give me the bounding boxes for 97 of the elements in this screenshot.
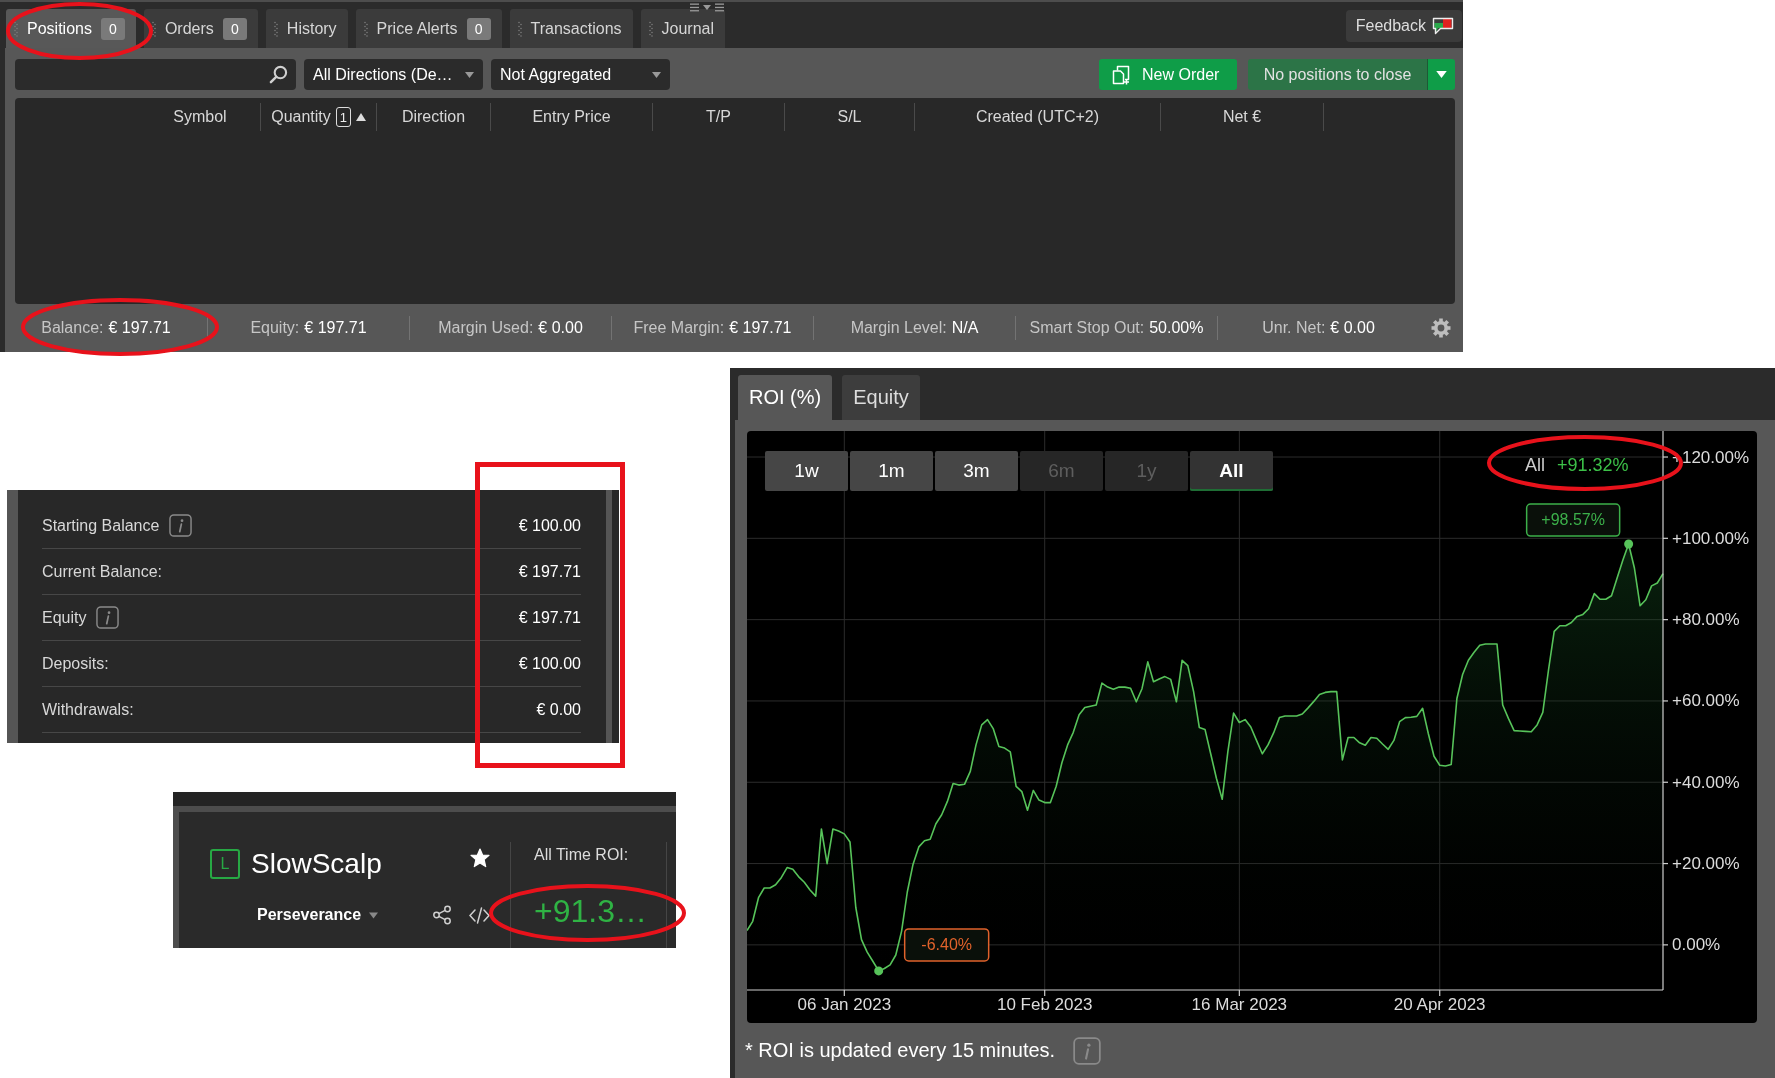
chart-tab[interactable]: ROI (%) — [738, 375, 833, 420]
stat-value: € 0.00 — [536, 700, 581, 719]
settings-icon[interactable] — [1431, 318, 1451, 338]
range-label: All — [1525, 455, 1545, 476]
footnote: * ROI is updated every 15 minutes. — [745, 1039, 1056, 1062]
column-header[interactable]: Entry Price — [491, 103, 653, 131]
point-marker-icon — [1624, 539, 1634, 549]
range-button[interactable]: 3m — [935, 451, 1018, 491]
stat-label: Deposits: — [42, 654, 109, 673]
grip-icon — [517, 20, 522, 37]
status-label: Margin Used: — [438, 319, 534, 337]
x-tick-label: 10 Feb 2023 — [996, 995, 1093, 1015]
tab[interactable]: History — [265, 9, 348, 48]
share-icon[interactable] — [432, 905, 452, 925]
tab[interactable]: Positions 0 — [6, 9, 136, 48]
status-value: € 197.71 — [304, 319, 367, 337]
tab[interactable]: Price Alerts 0 — [355, 9, 502, 48]
status-label: Smart Stop Out: — [1029, 319, 1145, 337]
status-label: Free Margin: — [633, 319, 725, 337]
column-header[interactable]: S/L — [785, 103, 915, 131]
status-label: Equity: — [250, 319, 300, 337]
column-header[interactable]: Quantity 1 — [261, 103, 377, 131]
stat-label: Equity — [42, 608, 87, 627]
count-badge: 0 — [100, 17, 125, 40]
column-header[interactable]: Direction — [377, 103, 491, 131]
star-icon[interactable] — [470, 848, 490, 868]
y-tick-label: +100.00% — [1672, 528, 1750, 548]
stat-label: Withdrawals: — [42, 700, 134, 719]
status-value: N/A — [951, 319, 979, 337]
status-value: € 197.71 — [108, 319, 171, 337]
tab[interactable]: Transactions — [509, 9, 633, 48]
stat-value: € 100.00 — [518, 654, 581, 673]
annotation: -6.40% — [921, 936, 973, 954]
x-tick-label: 06 Jan 2023 — [797, 995, 892, 1015]
stat-value: € 100.00 — [518, 516, 581, 535]
stat-value: € 197.71 — [518, 562, 581, 581]
speech-bubble-icon — [1432, 17, 1454, 35]
search-icon — [269, 65, 288, 84]
strategy-type-badge: L — [210, 849, 240, 879]
y-tick-label: +20.00% — [1672, 854, 1740, 874]
stat-label: Current Balance: — [42, 562, 163, 581]
dropdown-arrow-button[interactable] — [1427, 59, 1455, 90]
caret-icon — [369, 911, 379, 919]
range-roi-value: +91.32% — [1557, 455, 1629, 476]
account-dropdown[interactable]: Perseverance — [257, 906, 379, 924]
info-icon[interactable] — [96, 606, 120, 629]
roi-value: +91.3… — [534, 892, 648, 931]
search-field[interactable] — [15, 59, 296, 90]
filter-dropdown[interactable]: All Directions (De… — [304, 59, 483, 90]
strategy-name: SlowScalp — [251, 848, 382, 880]
new-order-button[interactable]: New Order — [1099, 59, 1237, 90]
range-button[interactable]: 1w — [765, 451, 848, 491]
caret-icon — [652, 71, 661, 78]
info-icon[interactable] — [169, 514, 193, 537]
caret-icon — [1436, 71, 1447, 78]
column-header[interactable]: T/P — [653, 103, 785, 131]
y-tick-label: +40.00% — [1672, 772, 1740, 792]
annotation: +98.57% — [1541, 511, 1605, 529]
filter-dropdown[interactable]: Not Aggregated — [491, 59, 670, 90]
x-tick-label: 20 Apr 2023 — [1393, 995, 1486, 1015]
count-badge: 0 — [222, 17, 247, 40]
document-plus-icon — [1111, 64, 1131, 85]
code-icon[interactable] — [469, 906, 490, 924]
status-value: € 197.71 — [729, 319, 792, 337]
roi-label: All Time ROI: — [534, 845, 630, 865]
status-value: € 0.00 — [1330, 319, 1375, 337]
value-callout: -6.40% — [903, 928, 990, 962]
status-value: € 0.00 — [538, 319, 583, 337]
stat-label: Starting Balance — [42, 516, 160, 535]
grip-icon — [14, 20, 18, 37]
status-label: Margin Level: — [850, 319, 947, 337]
y-tick-label: +80.00% — [1672, 610, 1740, 630]
grip-icon — [648, 20, 653, 37]
range-button[interactable]: All — [1190, 451, 1273, 491]
value-callout: +98.57% — [1525, 503, 1621, 537]
status-label: Unr. Net: — [1262, 319, 1326, 337]
point-marker-icon — [874, 966, 884, 976]
range-button[interactable]: 1m — [850, 451, 933, 491]
grip-icon — [273, 20, 278, 37]
x-tick-label: 16 Mar 2023 — [1191, 995, 1288, 1015]
caret-icon — [465, 71, 474, 78]
status-label: Balance: — [41, 319, 104, 337]
status-value: 50.00% — [1149, 319, 1204, 337]
tab[interactable]: Journal — [640, 9, 725, 48]
chart-tab[interactable]: Equity — [842, 375, 920, 420]
column-header[interactable]: Net € — [1161, 103, 1324, 131]
count-badge: 0 — [466, 17, 491, 40]
y-tick-label: 0.00% — [1672, 935, 1721, 955]
stat-value: € 197.71 — [518, 608, 581, 627]
sort-order-badge: 1 — [335, 107, 351, 127]
grip-icon — [363, 20, 368, 37]
grip-icon — [151, 20, 156, 37]
y-tick-label: +60.00% — [1672, 691, 1740, 711]
column-header[interactable]: Created (UTC+2) — [915, 103, 1161, 131]
tab[interactable]: Orders 0 — [143, 9, 258, 48]
feedback-button[interactable]: Feedback — [1345, 10, 1462, 42]
column-header[interactable]: Symbol — [140, 103, 261, 131]
